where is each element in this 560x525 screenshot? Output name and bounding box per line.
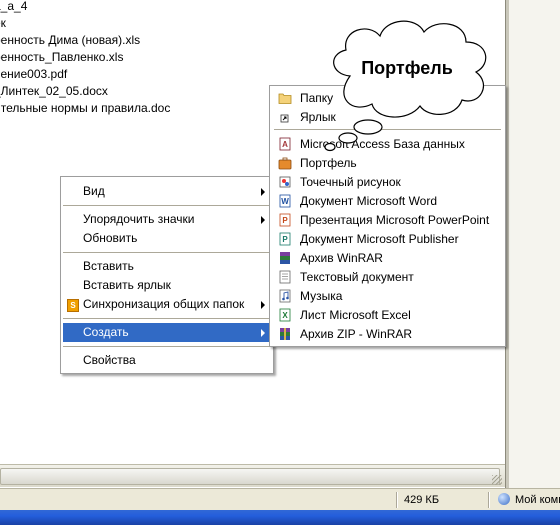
music-icon — [279, 289, 291, 303]
svg-text:P: P — [282, 216, 288, 225]
powerpoint-icon: P — [279, 213, 291, 227]
menu-item-label: Синхронизация общих папок — [83, 297, 245, 311]
menu-separator — [63, 252, 271, 253]
text-file-icon — [279, 270, 291, 284]
submenu-item-briefcase[interactable]: Портфель — [272, 154, 503, 173]
menu-separator — [63, 318, 271, 319]
chevron-right-icon — [261, 216, 265, 224]
submenu-item-label: Музыка — [300, 289, 343, 303]
menu-item-view[interactable]: Вид — [63, 182, 271, 201]
winrar-icon — [280, 252, 290, 264]
menu-item-arrange-icons[interactable]: Упорядочить значки — [63, 210, 271, 229]
submenu-item-label: Презентация Microsoft PowerPoint — [300, 213, 490, 227]
paint-icon — [279, 176, 291, 188]
menu-item-label: Обновить — [83, 231, 138, 245]
status-size: 429 КБ — [404, 494, 440, 506]
menu-item-paste-shortcut[interactable]: Вставить ярлык — [63, 276, 271, 295]
file-item[interactable]: _Линтек_02_05.docx — [0, 83, 108, 100]
file-item[interactable]: ек — [0, 15, 6, 32]
svg-text:P: P — [282, 235, 288, 244]
menu-item-label: Вид — [83, 184, 105, 198]
resize-grip[interactable] — [492, 475, 502, 485]
my-computer-icon — [498, 493, 510, 505]
menu-item-label: Вставить — [83, 259, 134, 273]
submenu-item-text-doc[interactable]: Текстовый документ — [272, 268, 503, 287]
context-menu: Вид Упорядочить значки Обновить Вставить… — [60, 176, 274, 374]
excel-icon: X — [279, 308, 291, 322]
svg-text:A: A — [282, 140, 288, 149]
status-separator — [488, 492, 490, 508]
zip-icon — [280, 328, 290, 340]
submenu-item-label: Архив WinRAR — [300, 251, 383, 265]
menu-item-paste[interactable]: Вставить — [63, 257, 271, 276]
submenu-item-label: Точечный рисунок — [300, 175, 401, 189]
sync-icon: S — [67, 299, 79, 312]
chevron-right-icon — [261, 329, 265, 337]
horizontal-scrollbar[interactable] — [0, 464, 505, 487]
menu-item-sync-shared-folders[interactable]: S Синхронизация общих папок — [63, 295, 271, 314]
folder-icon — [278, 93, 292, 104]
menu-separator — [63, 346, 271, 347]
menu-item-properties[interactable]: Свойства — [63, 351, 271, 370]
submenu-item-word-doc[interactable]: W Документ Microsoft Word — [272, 192, 503, 211]
status-separator — [396, 492, 398, 508]
submenu-item-excel[interactable]: X Лист Microsoft Excel — [272, 306, 503, 325]
file-item[interactable]: ительные нормы и правила.doc — [0, 100, 170, 117]
publisher-icon: P — [279, 232, 291, 246]
submenu-item-winrar[interactable]: Архив WinRAR — [272, 249, 503, 268]
file-item[interactable]: а_а_4 — [0, 0, 27, 15]
submenu-item-publisher[interactable]: P Документ Microsoft Publisher — [272, 230, 503, 249]
svg-text:X: X — [282, 311, 288, 320]
chevron-right-icon — [261, 188, 265, 196]
file-item[interactable]: пение003.pdf — [0, 66, 67, 83]
scrollbar-thumb[interactable] — [0, 468, 500, 485]
right-pane — [509, 0, 560, 488]
callout-text: Портфель — [361, 58, 453, 78]
status-bar: 429 КБ Мой комп — [0, 475, 560, 511]
submenu-item-label: Лист Microsoft Excel — [300, 308, 411, 322]
submenu-item-music[interactable]: Музыка — [272, 287, 503, 306]
menu-item-label: Создать — [83, 325, 129, 339]
menu-item-label: Упорядочить значки — [83, 212, 195, 226]
submenu-item-zip[interactable]: Архив ZIP - WinRAR — [272, 325, 503, 344]
briefcase-icon — [278, 157, 292, 170]
menu-item-label: Вставить ярлык — [83, 278, 171, 292]
taskbar — [0, 510, 560, 525]
shortcut-icon — [280, 114, 289, 123]
menu-item-create[interactable]: Создать — [63, 323, 271, 342]
access-icon: A — [279, 137, 291, 151]
submenu-item-label: Архив ZIP - WinRAR — [300, 327, 413, 341]
submenu-item-label: Текстовый документ — [300, 270, 414, 284]
menu-item-refresh[interactable]: Обновить — [63, 229, 271, 248]
chevron-right-icon — [261, 301, 265, 309]
submenu-item-label: Портфель — [300, 156, 357, 170]
menu-separator — [63, 205, 271, 206]
submenu-item-bitmap[interactable]: Точечный рисунок — [272, 173, 503, 192]
menu-item-label: Свойства — [83, 353, 136, 367]
file-item[interactable]: ренность_Павленко.xls — [0, 49, 123, 66]
callout-bubble — [324, 20, 487, 152]
svg-text:W: W — [281, 197, 289, 206]
submenu-item-powerpoint[interactable]: P Презентация Microsoft PowerPoint — [272, 211, 503, 230]
submenu-item-label: Документ Microsoft Publisher — [300, 232, 459, 246]
status-location: Мой комп — [515, 494, 560, 506]
file-item[interactable]: ренность Дима (новая).xls — [0, 32, 140, 49]
submenu-item-label: Документ Microsoft Word — [300, 194, 438, 208]
word-icon: W — [279, 194, 291, 208]
